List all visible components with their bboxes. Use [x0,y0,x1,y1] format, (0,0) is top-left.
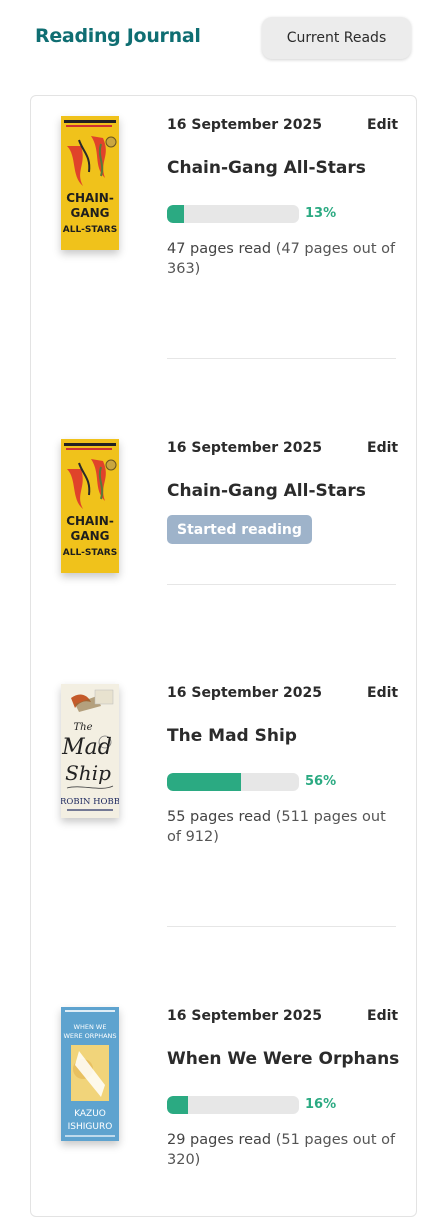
svg-text:ALL-STARS: ALL-STARS [63,225,117,235]
progress-bar-fill [167,205,185,223]
svg-text:GANG: GANG [70,529,109,543]
book-cover[interactable]: The Mad Ship ROBIN HOBB [61,684,119,818]
svg-text:Ship: Ship [65,761,111,785]
progress-bar [167,205,299,223]
svg-text:CHAIN-: CHAIN- [66,514,114,528]
book-cover-art: The Mad Ship ROBIN HOBB [61,684,119,818]
svg-text:CHAIN-: CHAIN- [66,191,114,205]
edit-button[interactable]: Edit [367,117,398,133]
book-cover[interactable]: WHEN WE WERE ORPHANS KAZUO ISHIGURO [61,1007,119,1141]
entry-divider [167,926,396,927]
svg-text:WHEN WE: WHEN WE [74,1023,107,1031]
progress-bar-fill [167,1096,189,1114]
svg-text:ISHIGURO: ISHIGURO [68,1122,113,1132]
page-title: Reading Journal [35,25,201,47]
progress-bar [167,773,299,791]
pages-read: 29 pages read [167,1132,272,1148]
book-title[interactable]: The Mad Ship [167,726,297,746]
progress-percent: 13% [305,206,337,221]
svg-text:ROBIN HOBB: ROBIN HOBB [61,797,119,807]
pages-read: 47 pages read [167,241,272,257]
edit-button[interactable]: Edit [367,1008,398,1024]
status-badge: Started reading [167,515,312,544]
svg-text:GANG: GANG [70,206,109,220]
svg-text:ALL-STARS: ALL-STARS [63,548,117,558]
book-cover-art: CHAIN- GANG ALL-STARS [61,116,119,250]
book-cover[interactable]: CHAIN- GANG ALL-STARS [61,116,119,250]
pages-read: 55 pages read [167,809,272,825]
progress-percent: 16% [305,1097,337,1112]
book-cover-art: CHAIN- GANG ALL-STARS [61,439,119,573]
svg-text:The: The [73,722,92,733]
progress-bar [167,1096,299,1114]
edit-button[interactable]: Edit [367,440,398,456]
svg-text:Mad: Mad [61,735,112,760]
svg-text:KAZUO: KAZUO [74,1109,106,1119]
entry-date: 16 September 2025 [167,685,322,701]
entry-divider [167,584,396,585]
progress-percent: 56% [305,774,337,789]
pages-read-text: 29 pages read (51 pages out of 320) [167,1130,397,1170]
book-title[interactable]: Chain-Gang All-Stars [167,158,366,178]
book-title[interactable]: Chain-Gang All-Stars [167,481,366,501]
edit-button[interactable]: Edit [367,685,398,701]
book-title[interactable]: When We Were Orphans [167,1049,399,1069]
current-reads-button[interactable]: Current Reads [262,17,411,59]
journal-panel: CHAIN- GANG ALL-STARS 16 September 2025 … [30,95,417,1217]
entry-date: 16 September 2025 [167,117,322,133]
entry-divider [167,358,396,359]
svg-text:WERE ORPHANS: WERE ORPHANS [63,1032,116,1040]
pages-read-text: 55 pages read (511 pages out of 912) [167,807,397,847]
book-cover-art: WHEN WE WERE ORPHANS KAZUO ISHIGURO [61,1007,119,1141]
progress-bar-fill [167,773,241,791]
entry-date: 16 September 2025 [167,440,322,456]
book-cover[interactable]: CHAIN- GANG ALL-STARS [61,439,119,573]
entry-date: 16 September 2025 [167,1008,322,1024]
pages-read-text: 47 pages read (47 pages out of 363) [167,239,397,279]
